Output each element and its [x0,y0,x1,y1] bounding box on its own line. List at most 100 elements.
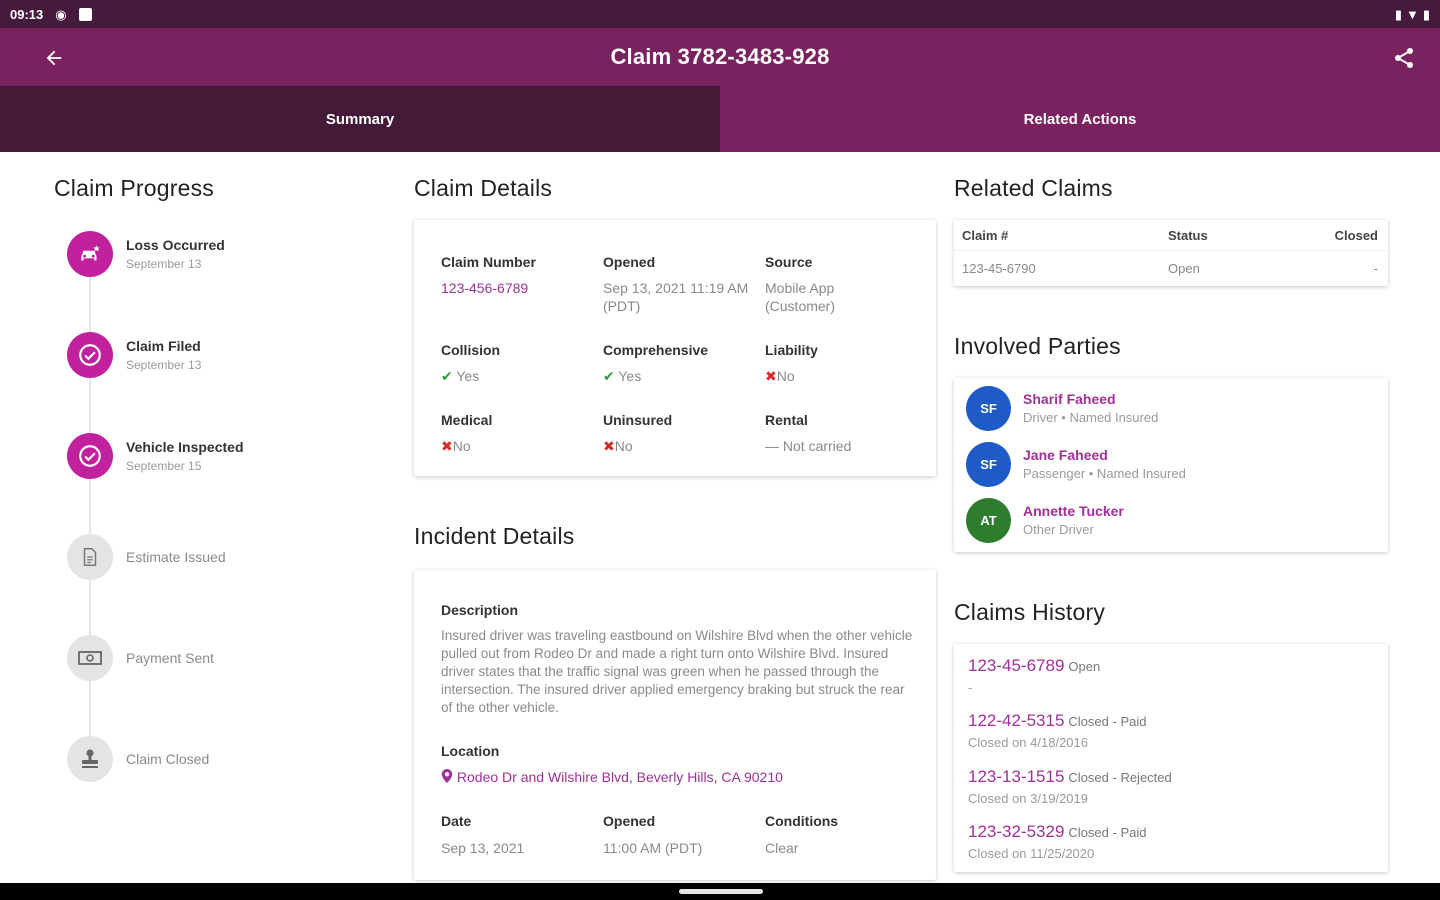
claim-number-label: Claim Number [441,254,536,270]
location-label: Location [441,743,500,759]
history-claim-number[interactable]: 122-42-5315 [968,711,1064,730]
party-name[interactable]: Sharif Faheed [1023,391,1158,407]
involved-parties-card: SF Sharif Faheed Driver • Named Insured … [954,378,1388,552]
location-link[interactable]: Rodeo Dr and Wilshire Blvd, Beverly Hill… [441,768,783,786]
avatar: SF [966,385,1011,431]
opened-value: Sep 13, 2021 11:19 AM (PDT) [603,280,749,314]
history-claim-number[interactable]: 123-13-1515 [968,767,1064,786]
history-closed-date: Closed on 3/19/2019 [968,791,1088,806]
avatar: AT [966,497,1011,543]
history-status: Closed - Paid [1068,825,1147,840]
party-item[interactable]: SF Sharif Faheed Driver • Named Insured [966,384,1158,432]
party-name[interactable]: Jane Faheed [1023,447,1186,463]
claim-number-link[interactable]: 123-456-6789 [441,279,528,297]
history-claim-number[interactable]: 123-45-6789 [968,656,1064,675]
history-closed-date: - [968,680,973,695]
related-claim-link[interactable]: 123-45-6790 [962,261,1036,276]
medical-value: ✖No [441,437,471,455]
check-circle-icon [67,332,113,378]
comprehensive-label: Comprehensive [603,342,709,358]
step-label: Claim Filed [126,338,201,354]
status-bar: 09:13 ◉ ▮ ▼ ▮ [0,0,1440,28]
related-claim-status: Open [1168,261,1200,276]
related-claims-heading: Related Claims [954,175,1113,201]
progress-step-claim-closed: Claim Closed [67,734,209,784]
home-gesture-handle[interactable] [679,889,763,894]
wifi-icon: ▼ [1405,6,1419,22]
description-text: Insured driver was traveling eastbound o… [441,628,913,715]
back-button[interactable] [38,42,70,74]
list-item[interactable]: 122-42-5315 Closed - Paid Closed on 4/18/… [968,711,1146,750]
party-item[interactable]: SF Jane Faheed Passenger • Named Insured [966,440,1186,488]
party-role: Passenger • Named Insured [1023,466,1186,481]
column-header-closed: Closed [1334,228,1378,243]
uninsured-value: ✖No [603,437,633,455]
check-icon: ✔ [603,368,615,384]
arrow-left-icon [46,50,62,66]
date-value: Sep 13, 2021 [441,840,525,856]
progress-step-vehicle-inspected: Vehicle Inspected September 15 [67,431,244,481]
claim-progress-timeline: Loss Occurred September 13 Claim Filed S… [54,220,374,800]
list-item[interactable]: 123-45-6789 Open - [968,656,1100,695]
share-button[interactable] [1388,42,1420,74]
claims-history-card: 123-45-6789 Open - 122-42-5315 Closed - Pa… [954,644,1388,872]
list-item[interactable]: 123-32-5329 Closed - Paid Closed on 11/25… [968,822,1146,861]
party-role: Other Driver [1023,522,1094,537]
cross-icon: ✖ [441,438,453,454]
claims-history-heading: Claims History [954,599,1106,625]
tab-related-actions[interactable]: Related Actions [720,86,1440,152]
uninsured-text: No [614,438,633,454]
share-icon [1395,48,1413,68]
incident-opened-label: Opened [603,813,656,829]
liability-value: ✖No [765,367,795,385]
step-label: Estimate Issued [126,549,226,565]
column-header-status: Status [1168,228,1208,243]
step-date: September 15 [126,459,202,473]
party-role: Driver • Named Insured [1023,410,1159,425]
battery-icon: ▮ [1422,6,1430,22]
column-header-claim: Claim # [962,228,1009,243]
progress-step-claim-filed: Claim Filed September 13 [67,330,201,380]
step-label: Payment Sent [126,650,214,666]
car-crash-icon [67,231,113,277]
claim-details-heading: Claim Details [414,175,553,201]
table-divider [954,250,1388,251]
rental-text: Not carried [782,438,852,454]
collision-label: Collision [441,342,501,358]
history-status: Closed - Paid [1068,714,1147,729]
source-value: Mobile App (Customer) [765,280,836,314]
comprehensive-text: Yes [618,368,642,384]
progress-step-estimate-issued: Estimate Issued [67,532,226,582]
cash-icon [67,635,113,681]
stamp-icon [67,736,113,782]
party-name[interactable]: Annette Tucker [1023,503,1124,519]
medical-label: Medical [441,412,493,428]
check-icon: ✔ [441,368,453,384]
rental-label: Rental [765,412,808,428]
step-date: September 13 [126,257,202,271]
tab-summary[interactable]: Summary [0,86,720,152]
tab-bar: Summary Related Actions [0,86,1440,152]
step-label: Loss Occurred [126,237,225,253]
location-text[interactable]: Rodeo Dr and Wilshire Blvd, Beverly Hill… [457,769,783,785]
progress-step-loss-occurred: Loss Occurred September 13 [67,229,225,279]
avatar: SF [966,441,1011,487]
history-claim-number[interactable]: 123-32-5329 [968,822,1064,841]
incident-details-card: Description Insured driver was traveling… [414,570,936,880]
claim-details-card: Claim Number 123-456-6789 Opened Sep 13,… [414,220,936,476]
uninsured-label: Uninsured [603,412,673,428]
signal-icon: ▮ [1394,6,1402,22]
claim-progress-heading: Claim Progress [54,175,215,201]
dash-icon: — [765,438,779,454]
progress-step-payment-sent: Payment Sent [67,633,214,683]
rental-value: — Not carried [765,437,851,455]
involved-parties-heading: Involved Parties [954,333,1121,359]
collision-value: ✔ Yes [441,367,479,385]
date-label: Date [441,813,472,829]
medical-text: No [452,438,471,454]
conditions-label: Conditions [765,813,839,829]
page-title: Claim 3782-3483-928 [610,44,830,69]
party-item[interactable]: AT Annette Tucker Other Driver [966,496,1124,544]
history-closed-date: Closed on 4/18/2016 [968,735,1088,750]
list-item[interactable]: 123-13-1515 Closed - Rejected Closed on 3… [968,767,1172,806]
